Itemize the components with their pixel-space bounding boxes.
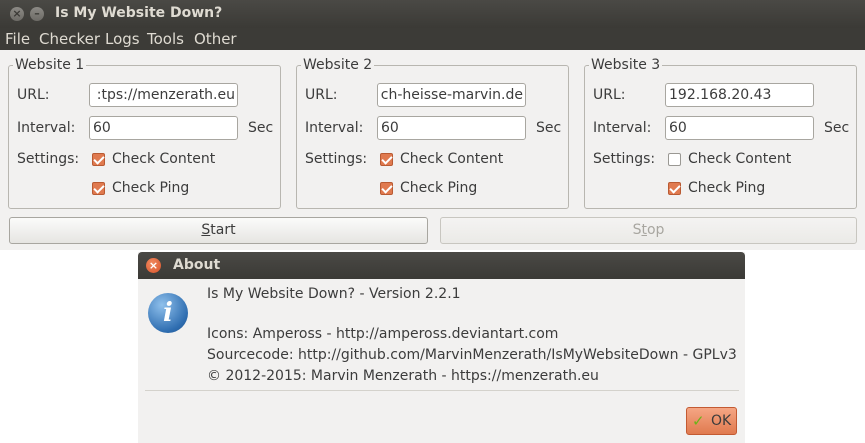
interval-unit: Sec bbox=[824, 120, 850, 136]
url-label: URL: bbox=[17, 87, 50, 103]
main-window: × – Is My Website Down? File Checker Log… bbox=[0, 0, 865, 250]
checkmark-icon: ✓ bbox=[692, 412, 705, 430]
window-title: Is My Website Down? bbox=[55, 5, 223, 21]
website-1-group: Website 1 URL: :tps://menzerath.eu Inter… bbox=[8, 57, 281, 209]
website-1-check-ping-checkbox[interactable] bbox=[92, 182, 105, 195]
website-2-check-content-checkbox[interactable] bbox=[380, 153, 393, 166]
website-1-url-input[interactable]: :tps://menzerath.eu bbox=[89, 83, 238, 107]
menu-logs[interactable]: Logs bbox=[105, 30, 140, 48]
about-version: Is My Website Down? - Version 2.2.1 bbox=[207, 286, 461, 302]
menu-other[interactable]: Other bbox=[194, 30, 237, 48]
interval-label: Interval: bbox=[17, 120, 76, 136]
website-1-interval-input[interactable]: 60 bbox=[89, 116, 238, 140]
website-2-interval-input[interactable]: 60 bbox=[377, 116, 526, 140]
start-button[interactable]: Start bbox=[9, 217, 428, 244]
website-2-legend: Website 2 bbox=[301, 57, 375, 73]
info-icon: i bbox=[148, 293, 188, 333]
website-3-group: Website 3 URL: 192.168.20.43 Interval: 6… bbox=[584, 57, 857, 209]
about-dialog: × About i Is My Website Down? - Version … bbox=[138, 252, 745, 443]
menu-checker[interactable]: Checker bbox=[39, 30, 100, 48]
interval-unit: Sec bbox=[248, 120, 274, 136]
website-3-check-ping-checkbox[interactable] bbox=[668, 182, 681, 195]
website-3-url-input[interactable]: 192.168.20.43 bbox=[665, 83, 814, 107]
check-content-label[interactable]: Check Content bbox=[688, 151, 791, 167]
check-content-label[interactable]: Check Content bbox=[400, 151, 503, 167]
ok-label: OK bbox=[711, 413, 732, 429]
check-ping-label[interactable]: Check Ping bbox=[112, 180, 189, 196]
interval-unit: Sec bbox=[536, 120, 562, 136]
website-2-group: Website 2 URL: ch-heisse-marvin.de Inter… bbox=[296, 57, 569, 209]
url-label: URL: bbox=[305, 87, 338, 103]
close-window-button[interactable]: × bbox=[10, 7, 24, 21]
settings-label: Settings: bbox=[305, 151, 368, 167]
menu-file[interactable]: File bbox=[5, 30, 30, 48]
check-content-label[interactable]: Check Content bbox=[112, 151, 215, 167]
website-2-check-ping-checkbox[interactable] bbox=[380, 182, 393, 195]
about-copyright: © 2012-2015: Marvin Menzerath - https://… bbox=[207, 368, 599, 384]
settings-label: Settings: bbox=[17, 151, 80, 167]
about-title-bar: × About bbox=[138, 252, 745, 279]
website-3-legend: Website 3 bbox=[589, 57, 663, 73]
about-title: About bbox=[173, 257, 221, 273]
minimize-window-button[interactable]: – bbox=[30, 7, 44, 21]
website-2-url-input[interactable]: ch-heisse-marvin.de bbox=[377, 83, 526, 107]
interval-label: Interval: bbox=[593, 120, 652, 136]
url-label: URL: bbox=[593, 87, 626, 103]
menu-tools[interactable]: Tools bbox=[147, 30, 184, 48]
ok-button[interactable]: ✓ OK bbox=[686, 407, 737, 435]
website-3-interval-input[interactable]: 60 bbox=[665, 116, 814, 140]
stop-button[interactable]: Stop bbox=[440, 217, 857, 244]
menu-bar: File Checker Logs Tools Other bbox=[0, 28, 865, 50]
check-ping-label[interactable]: Check Ping bbox=[688, 180, 765, 196]
about-icons-credit: Icons: Ampeross - http://ampeross.devian… bbox=[207, 326, 559, 342]
website-1-check-content-checkbox[interactable] bbox=[92, 153, 105, 166]
website-3-check-content-checkbox[interactable] bbox=[668, 153, 681, 166]
close-icon[interactable]: × bbox=[146, 258, 161, 273]
dialog-divider bbox=[145, 390, 739, 391]
settings-label: Settings: bbox=[593, 151, 656, 167]
interval-label: Interval: bbox=[305, 120, 364, 136]
check-ping-label[interactable]: Check Ping bbox=[400, 180, 477, 196]
title-bar: × – Is My Website Down? bbox=[0, 0, 865, 28]
website-1-legend: Website 1 bbox=[13, 57, 87, 73]
about-sourcecode: Sourcecode: http://github.com/MarvinMenz… bbox=[207, 347, 737, 363]
